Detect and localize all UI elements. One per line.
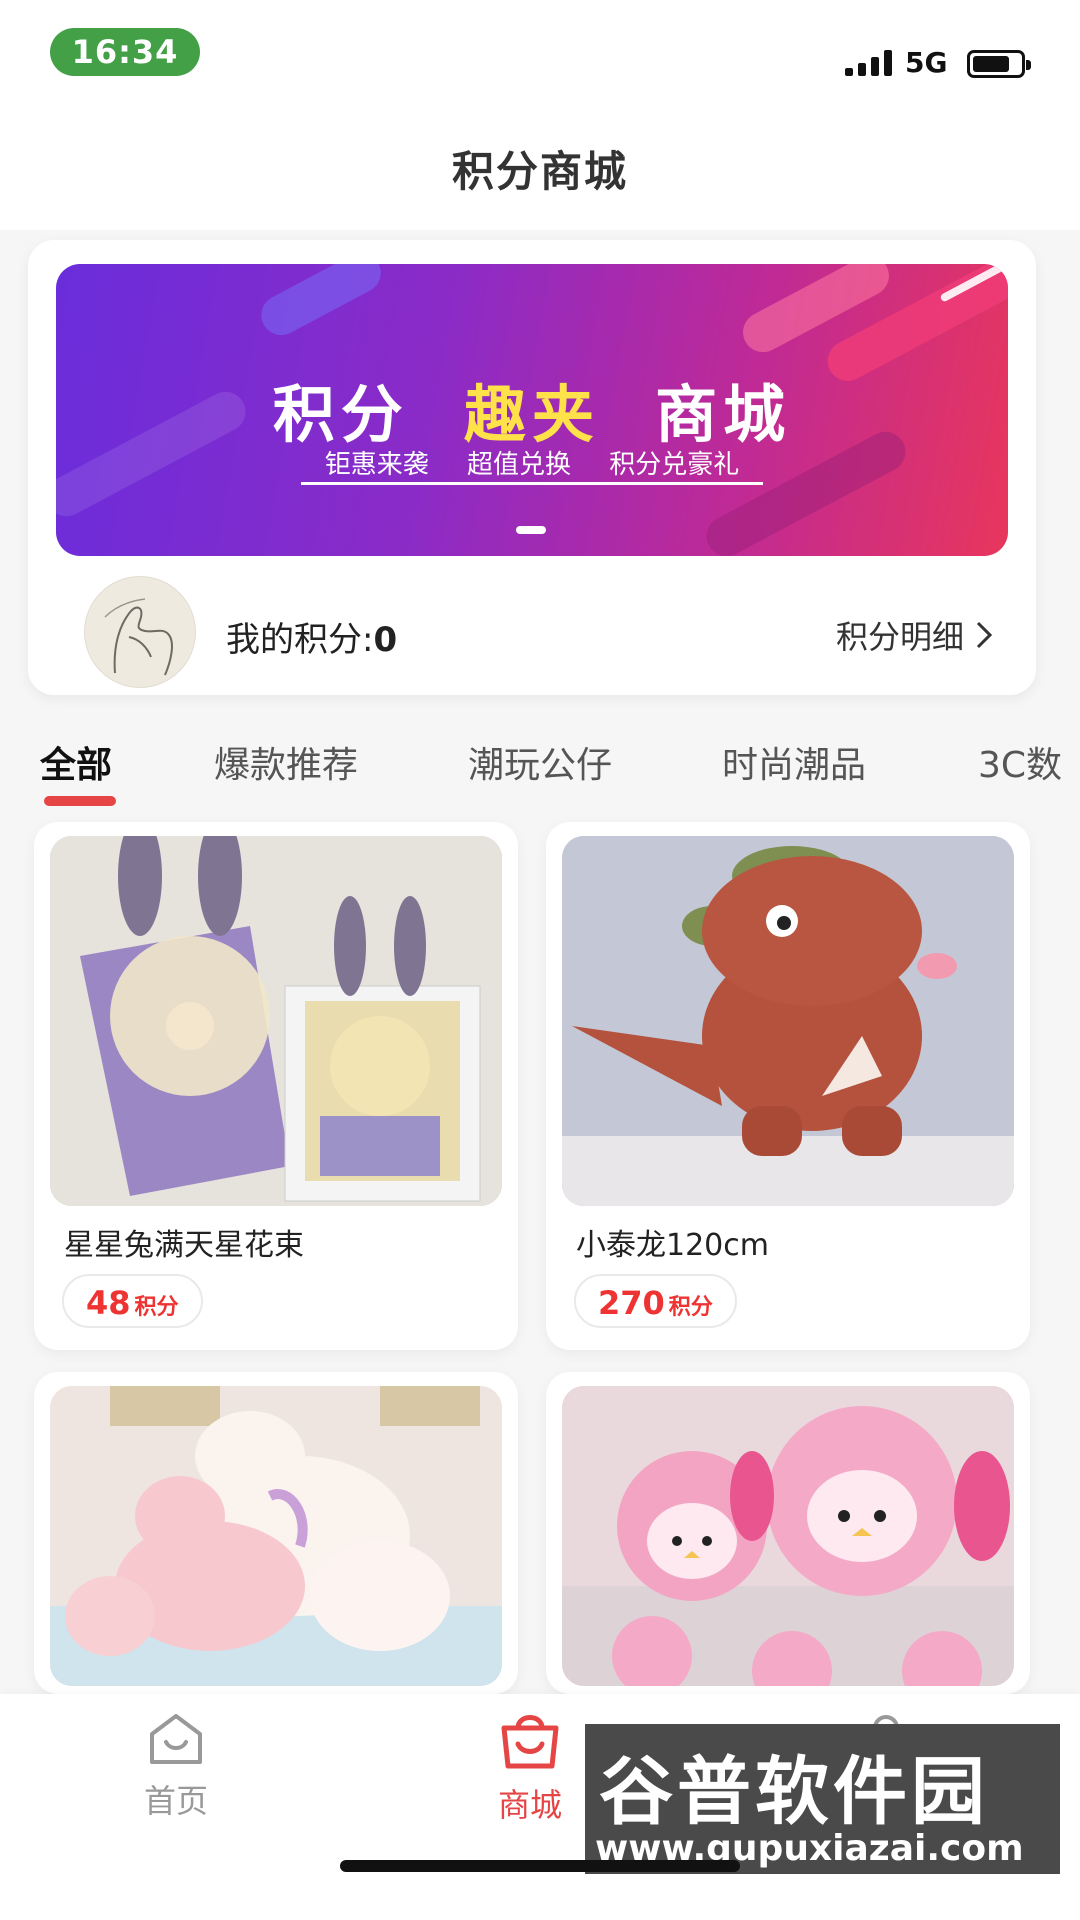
tab-hot[interactable]: 爆款推荐 bbox=[214, 736, 358, 788]
banner-title-part3: 商城 bbox=[655, 378, 792, 451]
home-icon bbox=[150, 1714, 202, 1764]
banner-title-part1: 积分 bbox=[272, 378, 409, 451]
active-tab-indicator bbox=[44, 796, 116, 806]
my-points: 我的积分:0 bbox=[226, 612, 397, 661]
points-mall-screen: 16:34 5G 积分商城 积分 趣夹 商城 钜惠来袭 超值兑换 积分兑豪礼 我… bbox=[0, 0, 1080, 1920]
banner-card: 积分 趣夹 商城 钜惠来袭 超值兑换 积分兑豪礼 我的积分:0 积分明细 bbox=[28, 240, 1036, 695]
price-value: 270 bbox=[598, 1284, 665, 1322]
status-bar: 16:34 5G bbox=[0, 0, 1080, 110]
chevron-right-icon bbox=[976, 621, 993, 649]
price-unit: 积分 bbox=[134, 1295, 179, 1320]
tab-toys[interactable]: 潮玩公仔 bbox=[468, 736, 612, 788]
signal-icon bbox=[845, 50, 892, 76]
my-points-label: 我的积分: bbox=[226, 620, 374, 660]
tab-fashion[interactable]: 时尚潮品 bbox=[722, 736, 866, 788]
nav-home[interactable]: 首页 bbox=[76, 1712, 276, 1822]
watermark-title: 谷普软件园 bbox=[599, 1749, 989, 1835]
product-image bbox=[50, 1386, 502, 1686]
banner-subtitle: 钜惠来袭 超值兑换 积分兑豪礼 bbox=[324, 450, 740, 480]
product-card[interactable] bbox=[34, 1372, 518, 1694]
price-unit: 积分 bbox=[668, 1295, 713, 1320]
banner-divider bbox=[301, 482, 763, 485]
header: 积分商城 bbox=[0, 110, 1080, 230]
site-watermark: 谷普软件园 www.gupuxiazai.com bbox=[585, 1724, 1060, 1874]
product-price: 48 积分 bbox=[62, 1274, 203, 1328]
shopping-bag-icon bbox=[501, 1715, 559, 1769]
product-image bbox=[50, 836, 502, 1206]
product-card[interactable] bbox=[546, 1372, 1030, 1694]
my-points-value: 0 bbox=[373, 620, 398, 660]
product-card[interactable]: 星星兔满天星花束 48 积分 bbox=[34, 822, 518, 1350]
battery-icon bbox=[967, 50, 1031, 78]
product-name: 星星兔满天星花束 bbox=[64, 1228, 304, 1263]
product-image bbox=[562, 836, 1014, 1206]
avatar[interactable] bbox=[84, 576, 196, 688]
home-indicator[interactable] bbox=[340, 1860, 740, 1872]
banner-title-highlight: 趣夹 bbox=[463, 378, 600, 451]
product-price: 270 积分 bbox=[574, 1274, 737, 1328]
banner-title: 积分 趣夹 商城 bbox=[56, 364, 1008, 454]
nav-home-label: 首页 bbox=[143, 1782, 208, 1820]
tab-3c[interactable]: 3C数 bbox=[978, 736, 1062, 788]
product-card[interactable]: 小泰龙120cm 270 积分 bbox=[546, 822, 1030, 1350]
points-detail-label: 积分明细 bbox=[835, 618, 964, 656]
product-image bbox=[562, 1386, 1014, 1686]
category-tabs: 全部 爆款推荐 潮玩公仔 时尚潮品 3C数 bbox=[0, 728, 1080, 808]
points-detail-link[interactable]: 积分明细 bbox=[836, 612, 994, 658]
tab-all[interactable]: 全部 bbox=[40, 736, 112, 788]
status-time: 16:34 bbox=[50, 28, 200, 76]
carousel-indicator bbox=[516, 526, 546, 534]
points-row: 我的积分:0 积分明细 bbox=[56, 576, 1008, 688]
promo-banner[interactable]: 积分 趣夹 商城 钜惠来袭 超值兑换 积分兑豪礼 bbox=[56, 264, 1008, 556]
price-value: 48 bbox=[86, 1284, 131, 1322]
network-type: 5G bbox=[905, 46, 948, 79]
product-name: 小泰龙120cm bbox=[576, 1228, 769, 1263]
page-title: 积分商城 bbox=[451, 147, 628, 196]
